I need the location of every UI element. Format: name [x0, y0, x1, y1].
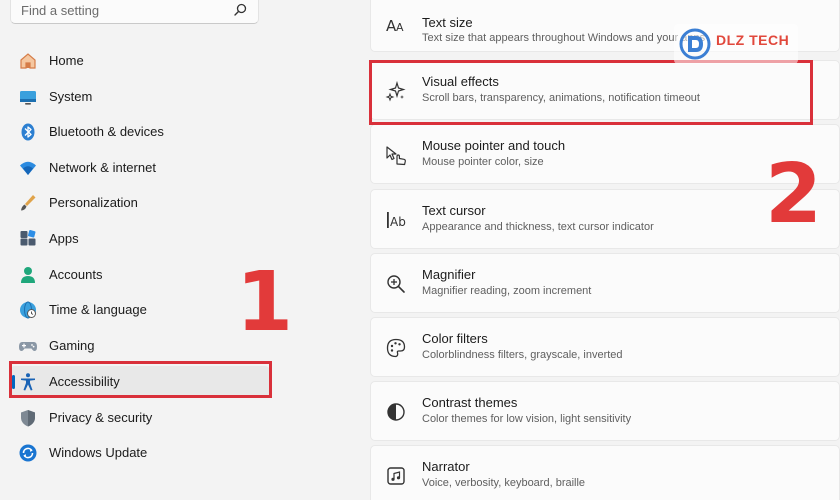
- list-item-magnifier[interactable]: Magnifier Magnifier reading, zoom increm…: [370, 253, 840, 313]
- sidebar-item-label: Accounts: [49, 267, 103, 282]
- item-title: Narrator: [422, 459, 470, 474]
- sidebar-item-label: Personalization: [49, 195, 138, 210]
- item-subtitle: Text size that appears throughout Window…: [422, 32, 706, 44]
- highlight-box-accessibility: [9, 361, 272, 398]
- wifi-icon: [20, 161, 36, 175]
- sidebar-item-label: Gaming: [49, 338, 95, 353]
- sidebar-item-home[interactable]: Home: [10, 45, 270, 77]
- contrast-icon: [387, 403, 405, 421]
- globe-clock-icon: [20, 301, 36, 319]
- sidebar-item-network-internet[interactable]: Network & internet: [10, 152, 270, 184]
- search-icon[interactable]: [232, 2, 248, 18]
- person-icon: [21, 267, 35, 283]
- sidebar-item-label: Privacy & security: [49, 410, 153, 425]
- item-subtitle: Colorblindness filters, grayscale, inver…: [422, 349, 623, 361]
- sidebar-item-bluetooth-devices[interactable]: Bluetooth & devices: [10, 116, 270, 148]
- item-subtitle: Mouse pointer color, size: [422, 156, 544, 168]
- step-number-2: 2: [765, 147, 823, 242]
- sidebar-item-label: Apps: [49, 231, 79, 246]
- home-icon: [20, 53, 36, 69]
- sidebar-item-windows-update[interactable]: Windows Update: [10, 437, 270, 469]
- sidebar-item-label: Bluetooth & devices: [49, 124, 164, 139]
- item-subtitle: Color themes for low vision, light sensi…: [422, 413, 632, 425]
- brush-icon: [21, 195, 36, 211]
- settings-sidebar: Find a setting Home System Bluetooth & d…: [0, 0, 350, 500]
- svg-text:A: A: [396, 21, 404, 34]
- item-title: Magnifier: [422, 267, 476, 282]
- sidebar-item-label: Time & language: [49, 302, 147, 317]
- shield-icon: [21, 410, 35, 427]
- search-input[interactable]: Find a setting: [21, 3, 99, 18]
- magnifier-icon: [387, 275, 405, 293]
- gamepad-icon: [19, 342, 37, 351]
- item-subtitle: Magnifier reading, zoom increment: [422, 285, 592, 297]
- sidebar-item-personalization[interactable]: Personalization: [10, 187, 270, 219]
- item-title: Text cursor: [422, 203, 486, 218]
- sidebar-item-label: Home: [49, 53, 84, 68]
- sidebar-item-time-language[interactable]: Time & language: [10, 294, 270, 326]
- item-title: Text size: [422, 15, 473, 30]
- list-item-color-filters[interactable]: Color filters Colorblindness filters, gr…: [370, 317, 840, 377]
- system-icon: [20, 91, 36, 105]
- item-title: Mouse pointer and touch: [422, 138, 566, 153]
- update-icon: [19, 444, 37, 462]
- sidebar-item-privacy-security[interactable]: Privacy & security: [10, 402, 270, 434]
- palette-icon: [386, 338, 406, 358]
- sidebar-item-label: System: [49, 89, 93, 104]
- step-number-1: 1: [236, 255, 294, 350]
- logo-mark-icon: [679, 28, 711, 60]
- search-box[interactable]: Find a setting: [10, 0, 259, 24]
- sidebar-item-label: Network & internet: [49, 160, 156, 175]
- sidebar-item-gaming[interactable]: Gaming: [10, 330, 270, 362]
- svg-text:Ab: Ab: [390, 215, 406, 229]
- sidebar-item-system[interactable]: System: [10, 81, 270, 113]
- watermark-logo: DLZ TECH: [674, 24, 798, 64]
- watermark-text: DLZ TECH: [716, 32, 790, 48]
- highlight-box-visual-effects: [369, 60, 813, 125]
- pointer-hand-icon: [386, 146, 406, 166]
- item-title: Color filters: [422, 331, 488, 346]
- bluetooth-icon: [21, 123, 35, 141]
- text-size-icon: A A: [386, 17, 404, 35]
- item-subtitle: Appearance and thickness, text cursor in…: [422, 221, 654, 233]
- text-cursor-icon: Ab: [387, 212, 406, 229]
- list-item-narrator[interactable]: Narrator Voice, verbosity, keyboard, bra…: [370, 445, 840, 500]
- narrator-icon: [387, 467, 405, 485]
- apps-icon: [20, 229, 36, 246]
- list-item-contrast-themes[interactable]: Contrast themes Color themes for low vis…: [370, 381, 840, 441]
- item-subtitle: Voice, verbosity, keyboard, braille: [422, 477, 586, 489]
- item-title: Contrast themes: [422, 395, 518, 410]
- sidebar-item-apps[interactable]: Apps: [10, 223, 270, 255]
- sidebar-item-accounts[interactable]: Accounts: [10, 259, 270, 291]
- sidebar-item-label: Windows Update: [49, 445, 148, 460]
